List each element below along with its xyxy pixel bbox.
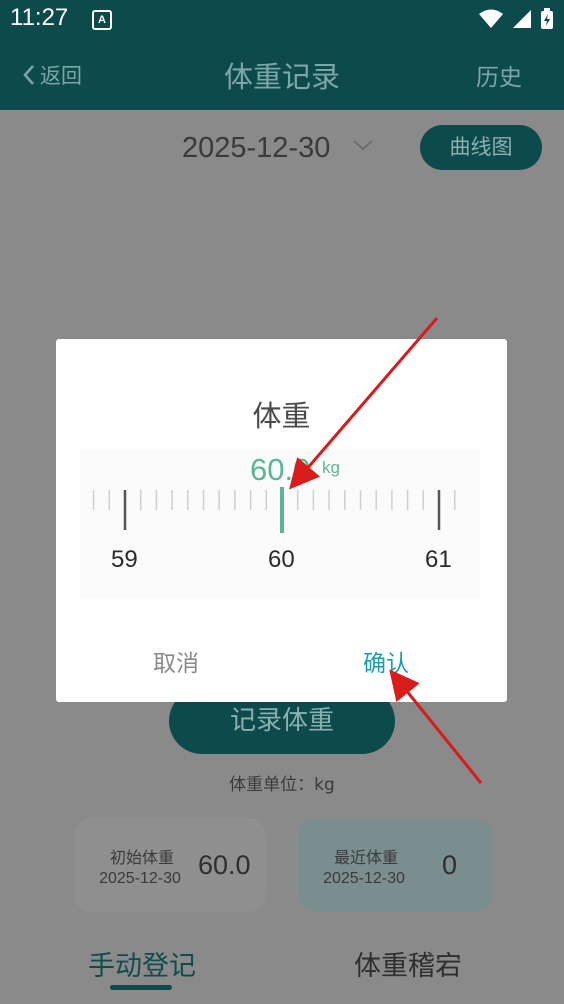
arrow-to-confirm: [389, 669, 483, 784]
arrow-to-ruler: [289, 317, 439, 490]
annotation-arrows: [289, 317, 483, 784]
